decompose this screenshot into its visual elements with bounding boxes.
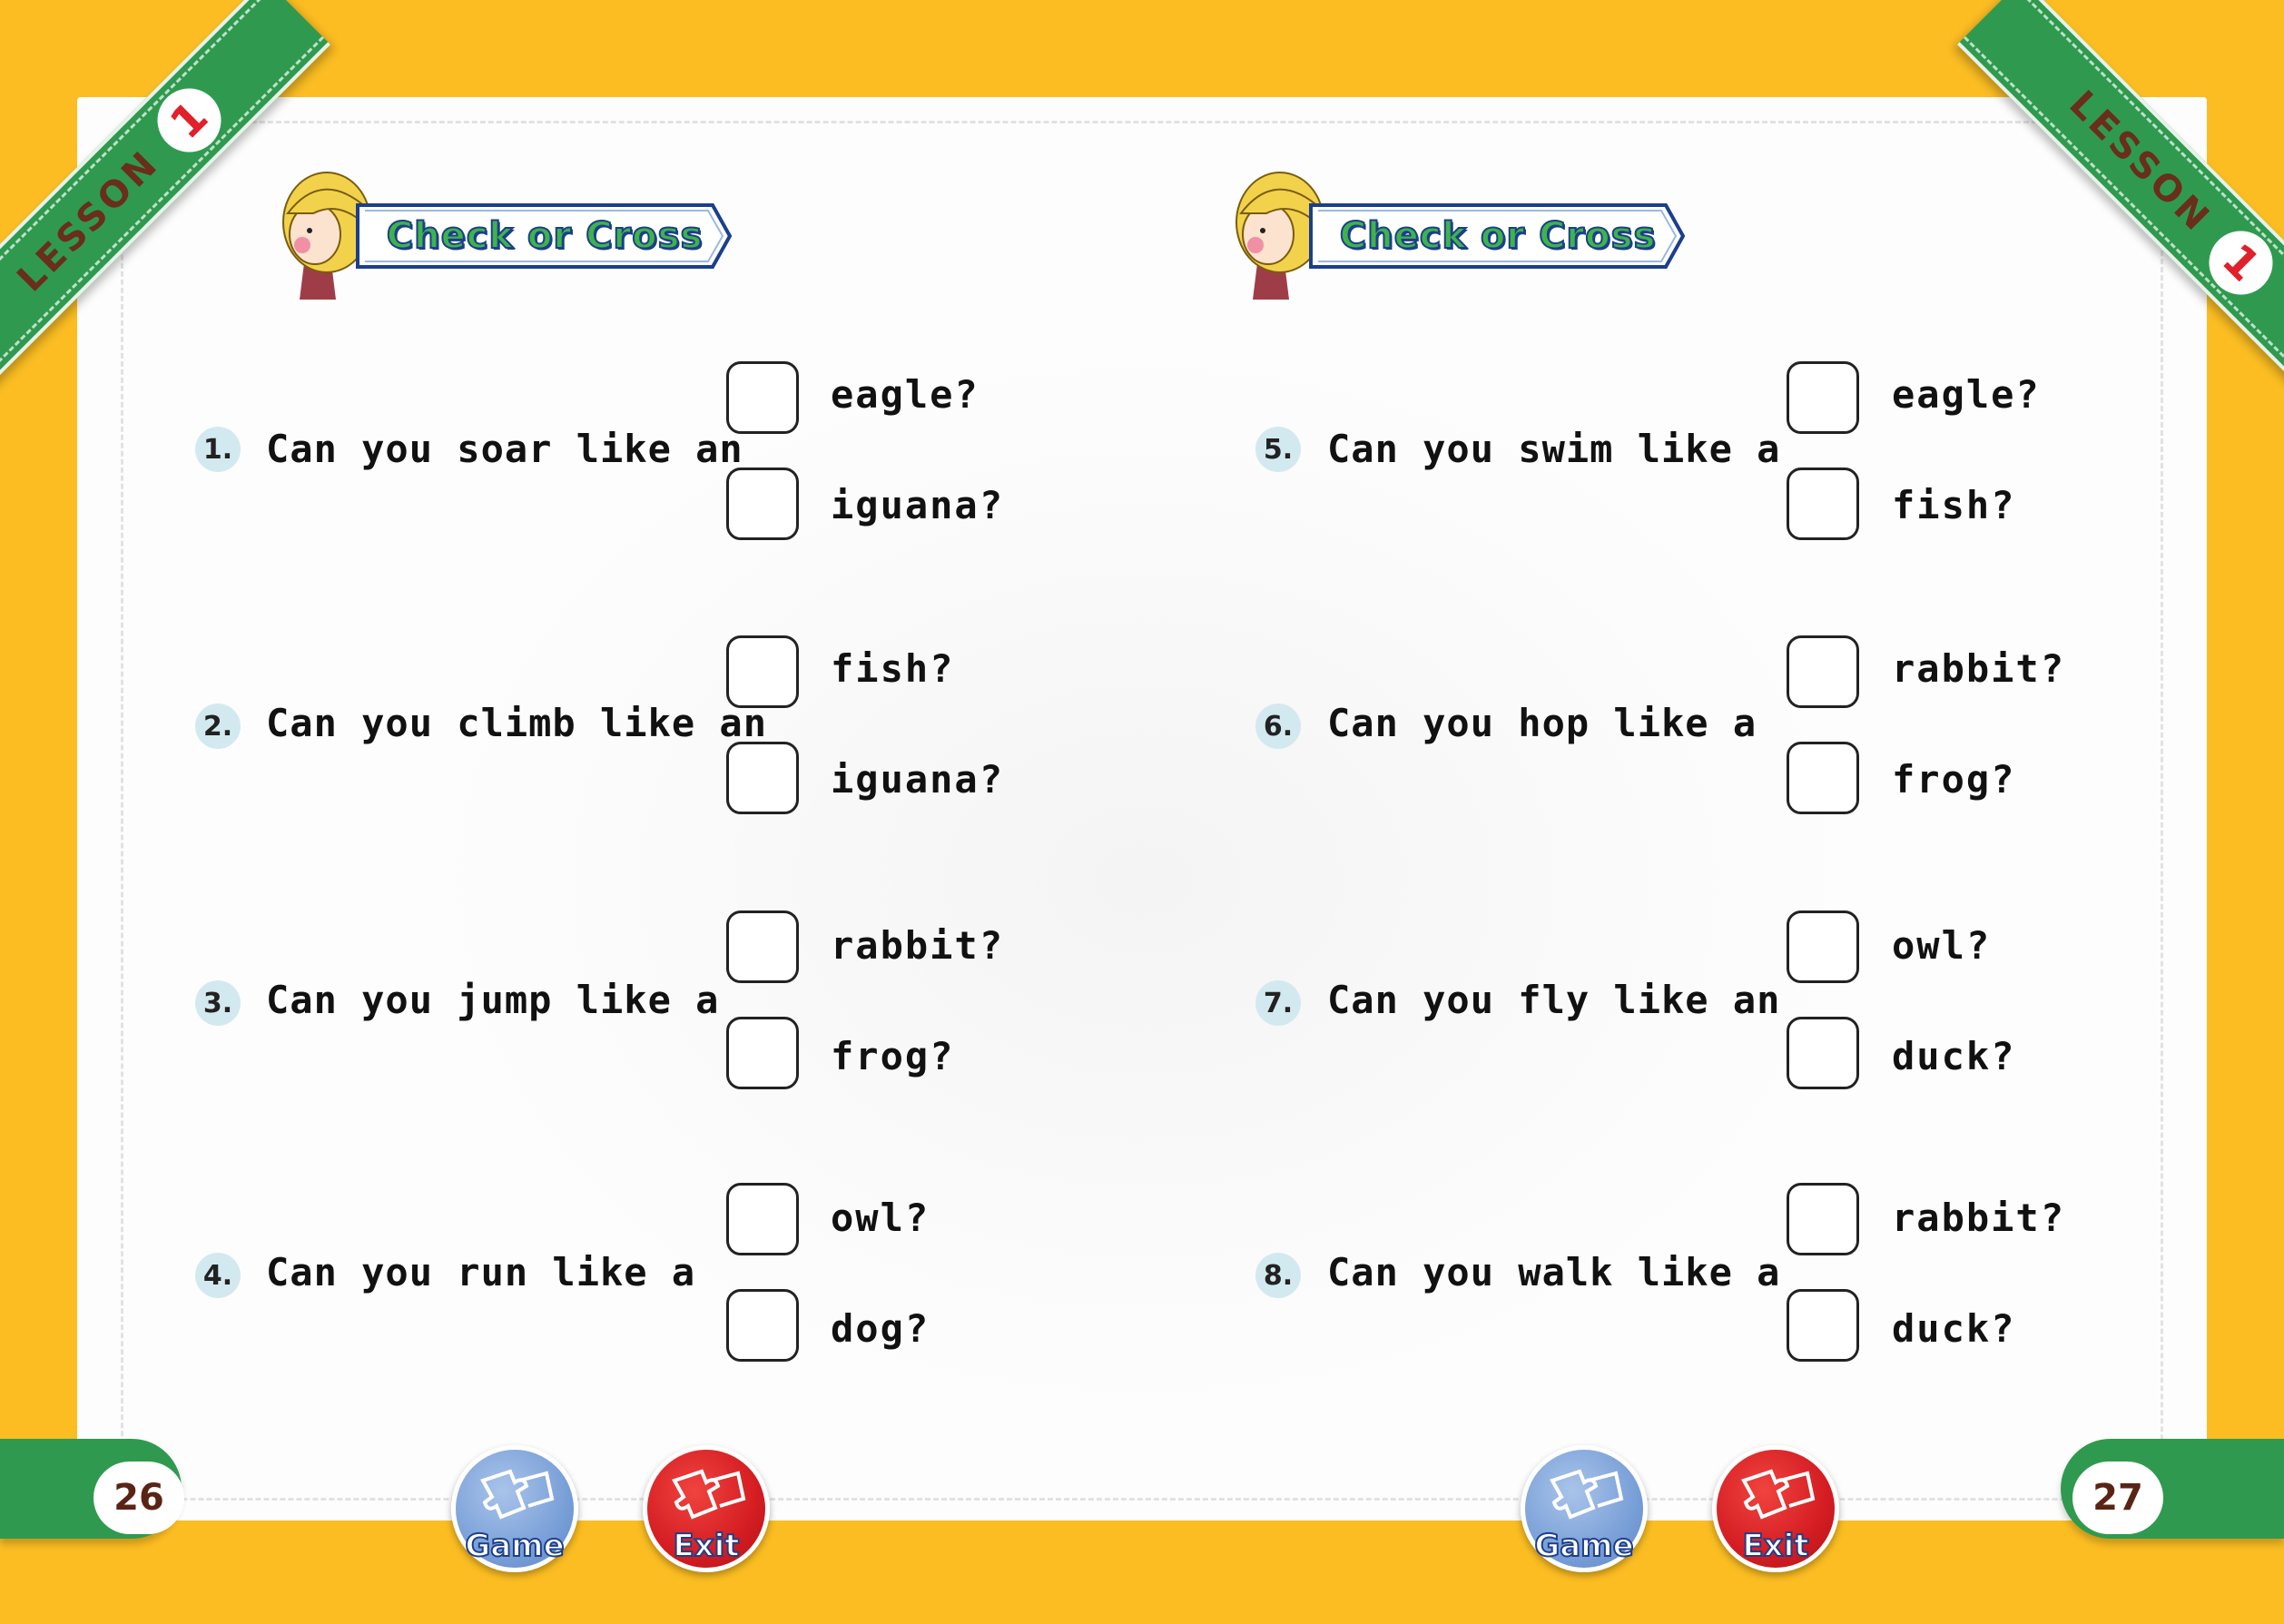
answer-checkbox[interactable] (1787, 361, 1859, 434)
section-title: Check or Cross (386, 214, 704, 258)
question-text: Can you swim like a (1327, 427, 1781, 471)
answer-option: dog? (831, 1306, 930, 1351)
answer-option: iguana? (831, 757, 1005, 802)
section-title-banner: Check or Cross (1307, 200, 1688, 272)
answer-option: duck? (1892, 1034, 2016, 1078)
answer-checkbox[interactable] (726, 1017, 799, 1089)
question-text: Can you fly like an (1327, 978, 1781, 1022)
section-title: Check or Cross (1339, 214, 1657, 258)
question-number: 2. (195, 704, 241, 749)
section-title-banner: Check or Cross (354, 200, 735, 272)
answer-checkbox[interactable] (1787, 468, 1859, 540)
answer-checkbox[interactable] (1787, 1183, 1859, 1255)
question-text: Can you walk like a (1327, 1250, 1781, 1294)
exit-button-label: Exit (1741, 1527, 1809, 1565)
answer-checkbox[interactable] (1787, 1017, 1859, 1089)
puzzle-icon (480, 1469, 555, 1520)
answer-option: eagle? (831, 372, 980, 417)
puzzle-icon (1741, 1469, 1816, 1520)
game-button-label: Game (464, 1527, 565, 1565)
exit-button[interactable]: Exit (643, 1445, 770, 1572)
answer-option: eagle? (1892, 372, 2041, 417)
game-button[interactable]: Game (451, 1445, 578, 1572)
answer-option: iguana? (831, 483, 1005, 527)
question-number: 4. (195, 1253, 241, 1298)
answer-checkbox[interactable] (726, 1183, 799, 1255)
answer-checkbox[interactable] (726, 361, 799, 434)
answer-option: frog? (831, 1034, 955, 1078)
question-number: 1. (195, 427, 241, 472)
page-number: 26 (94, 1462, 184, 1534)
answer-option: rabbit? (1892, 646, 2066, 691)
answer-option: rabbit? (1892, 1196, 2066, 1240)
exit-button[interactable]: Exit (1712, 1445, 1839, 1572)
question-number: 8. (1255, 1253, 1301, 1298)
answer-checkbox[interactable] (1787, 635, 1859, 708)
answer-checkbox[interactable] (726, 742, 799, 814)
question-text: Can you jump like a (266, 978, 720, 1022)
game-button[interactable]: Game (1521, 1445, 1648, 1572)
answer-checkbox[interactable] (726, 1289, 799, 1362)
answer-checkbox[interactable] (1787, 1289, 1859, 1362)
question-number: 5. (1255, 427, 1301, 472)
question-text: Can you climb like an (266, 701, 768, 745)
answer-option: rabbit? (831, 923, 1005, 968)
answer-option: owl? (831, 1196, 930, 1240)
answer-option: fish? (831, 646, 955, 691)
question-number: 3. (195, 980, 241, 1026)
answer-checkbox[interactable] (1787, 910, 1859, 983)
answer-checkbox[interactable] (726, 468, 799, 540)
answer-checkbox[interactable] (726, 635, 799, 708)
answer-option: duck? (1892, 1306, 2016, 1351)
question-number: 6. (1255, 704, 1301, 749)
answer-checkbox[interactable] (726, 910, 799, 983)
question-text: Can you run like a (266, 1250, 696, 1294)
question-text: Can you hop like a (1327, 701, 1757, 745)
exit-button-label: Exit (672, 1527, 740, 1565)
question-text: Can you soar like an (266, 427, 743, 471)
game-button-label: Game (1533, 1527, 1634, 1565)
answer-checkbox[interactable] (1787, 742, 1859, 814)
answer-option: owl? (1892, 923, 1992, 968)
puzzle-icon (1550, 1469, 1624, 1520)
page-number: 27 (2072, 1462, 2163, 1534)
answer-option: fish? (1892, 483, 2016, 527)
answer-option: frog? (1892, 757, 2016, 802)
puzzle-icon (672, 1469, 746, 1520)
question-number: 7. (1255, 980, 1301, 1026)
